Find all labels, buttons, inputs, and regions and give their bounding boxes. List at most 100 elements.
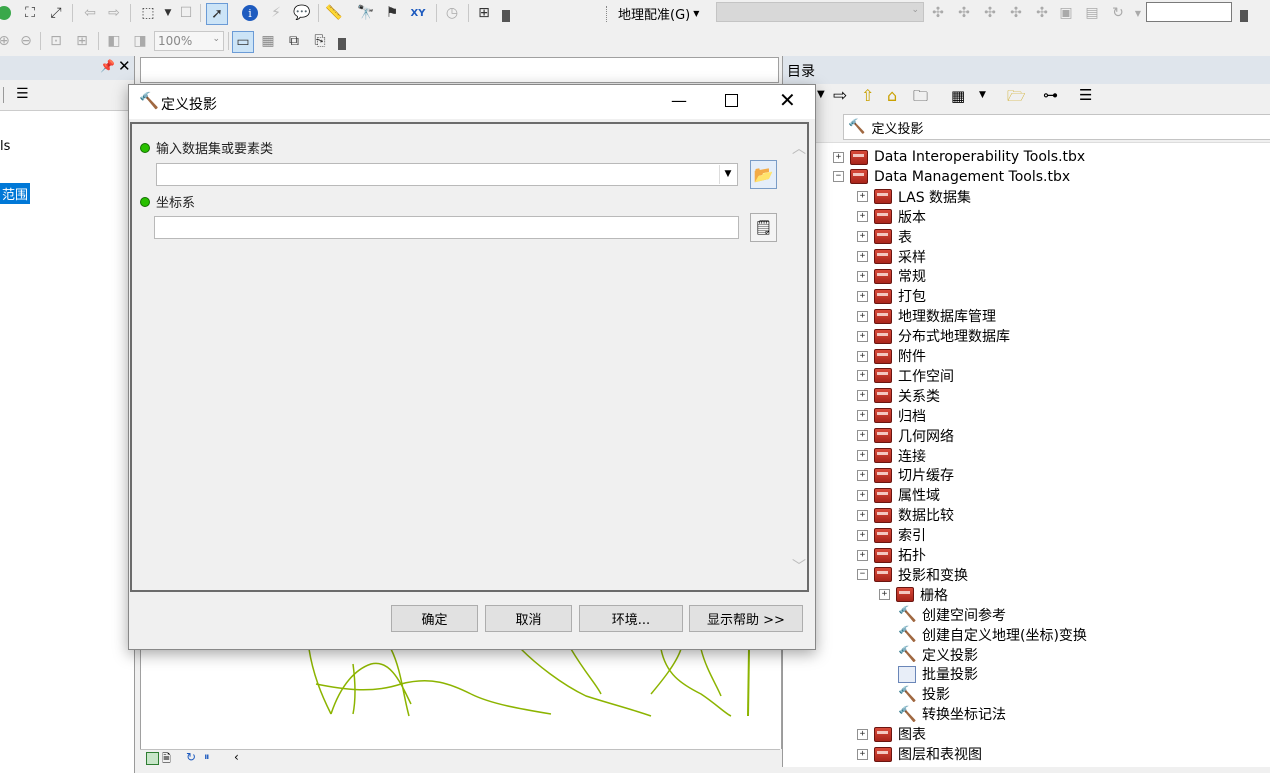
tree-item[interactable]: − 投影和变换 [857,565,968,585]
viewer-icon[interactable]: ▣ [1056,3,1076,23]
tree-item[interactable]: + 归档 [857,406,926,426]
cancel-button[interactable]: 取消 [485,605,572,632]
tree-item[interactable]: 🔨 创建空间参考 [898,605,1006,625]
views-icon[interactable]: ▦ [951,87,965,105]
select-link-icon[interactable]: ✣ [1006,3,1026,23]
identify-icon[interactable]: i [240,3,260,23]
expand-icon[interactable]: + [857,549,868,561]
tree-item[interactable]: + 索引 [857,525,926,545]
expand-icon[interactable]: + [857,728,868,740]
rotate-icon[interactable]: ✣ [928,3,948,23]
back-dropdown-icon[interactable]: ▼ [817,89,825,100]
home-icon[interactable]: ⌂ [887,86,897,105]
select-elements-icon[interactable]: ➚ [206,3,228,25]
zoom-whole-page-icon[interactable]: ⊡ [46,31,66,51]
refresh-icon[interactable]: ↻ [186,750,196,764]
select-features-icon[interactable]: ⬚ [138,3,158,23]
auto-adjust-icon[interactable]: ↻ [1108,3,1128,23]
options-icon[interactable]: ☰ [1079,86,1092,104]
tree-item[interactable]: + 常规 [857,266,926,286]
toolbar-options-icon[interactable] [502,10,510,22]
expand-icon[interactable]: + [857,390,868,402]
collapse-icon[interactable]: − [833,171,844,183]
tree-item[interactable]: + 栅格 [879,585,948,605]
layout-view-icon[interactable]: 🗎 [162,750,171,769]
expand-icon[interactable]: + [857,330,868,342]
collapse-icon[interactable]: − [857,569,868,581]
new-folder-icon[interactable]: 🗁 [1007,86,1026,111]
tree-item[interactable]: 🔨 创建自定义地理(坐标)变换 [898,625,1087,645]
tree-item[interactable]: 🔨 转换坐标记法 [898,704,1006,724]
scroll-up-icon[interactable]: ︿ [792,142,806,156]
ok-button[interactable]: 确定 [391,605,478,632]
tree-item[interactable]: + 切片缓存 [857,465,954,485]
expand-icon[interactable]: + [857,270,868,282]
time-slider-icon[interactable]: ◷ [442,3,462,23]
tree-item[interactable]: + 图表 [857,724,926,744]
change-layout-icon[interactable]: ⧉ [284,31,304,51]
delete-link-icon[interactable]: ✣ [1032,3,1052,23]
expand-icon[interactable]: + [857,509,868,521]
go-to-xy-icon[interactable]: XY [408,3,428,23]
expand-icon[interactable]: + [857,529,868,541]
zoom-out-page-icon[interactable]: ⊖ [16,31,36,51]
forward-arrow-icon[interactable]: ⇨ [833,86,847,106]
previous-extent-icon[interactable]: ◧ [104,31,124,51]
minimize-icon[interactable]: — [671,91,687,110]
tree-item[interactable]: + 关系类 [857,386,940,406]
shift-icon[interactable]: ✣ [954,3,974,23]
expand-icon[interactable]: + [857,290,868,302]
location-input[interactable]: 🔨 定义投影 [843,114,1270,140]
tree-item[interactable]: 批量投影 [898,664,978,684]
tree-view-icon[interactable]: ⊶ [1043,86,1058,104]
environments-button[interactable]: 环境... [579,605,683,632]
tree-item[interactable]: + 附件 [857,346,926,366]
expand-icon[interactable]: + [857,251,868,262]
tree-item[interactable]: + 采样 [857,247,926,267]
expand-icon[interactable]: + [857,410,868,422]
clear-selection-icon[interactable]: ☐ [176,3,196,23]
tree-item[interactable]: + 打包 [857,286,926,306]
tree-item[interactable]: + Data Interoperability Tools.tbx [833,147,1085,167]
dropdown-arrow-icon[interactable]: ▼ [158,3,178,23]
pause-icon[interactable]: ⏸ [204,750,210,764]
scroll-down-icon[interactable]: ﹀ [792,560,806,574]
expand-icon[interactable]: + [857,231,868,243]
expand-icon[interactable]: + [857,191,868,203]
toggle-draft-mode-icon[interactable]: ▭ [232,31,254,53]
spatial-reference-properties-button[interactable]: 🗒 [750,213,777,242]
toolbar-options-icon[interactable] [338,38,346,50]
find-icon[interactable]: 🔭 [356,3,376,23]
tree-item[interactable]: − Data Management Tools.tbx [833,167,1070,187]
tree-item[interactable]: + 工作空间 [857,366,954,386]
find-route-icon[interactable]: ⚑ [382,3,402,23]
list-icon[interactable] [0,87,4,103]
tree-item[interactable]: + 分布式地理数据库 [857,326,1010,346]
dropdown-arrow-icon[interactable]: ▼ [1128,3,1148,23]
georeferencing-menu[interactable]: 地理配准(G) ▼ [618,4,699,23]
add-control-points-icon[interactable]: ✣ [980,3,1000,23]
connect-folder-icon[interactable]: 🗀 [913,86,928,111]
options-icon[interactable]: ☰ [16,86,29,102]
zoom-extent-icon[interactable]: ⤢ [46,3,66,23]
up-one-level-icon[interactable]: ⇧ [861,86,874,105]
tree-item[interactable]: + 连接 [857,446,926,466]
tree-item[interactable]: + 版本 [857,207,926,227]
link-table-icon[interactable]: ▤ [1082,3,1102,23]
tree-item[interactable]: + 地理数据库管理 [857,306,996,326]
forward-arrow-icon[interactable]: ⇨ [104,3,124,23]
viewer-window-icon[interactable]: ⊞ [474,3,494,23]
data-driven-pages-icon[interactable]: ⎘ [310,31,330,51]
georef-layer-select[interactable]: ⌄ [716,2,924,22]
data-view-icon[interactable] [146,752,159,765]
expand-icon[interactable]: + [857,350,868,362]
maximize-icon[interactable] [725,94,738,107]
tree-item[interactable]: 🔨 定义投影 [898,645,978,665]
zoom-in-page-icon[interactable]: ⊕ [0,31,14,51]
dialog-title-bar[interactable]: 🔨 定义投影 — ✕ [129,85,815,119]
zoom-100-icon[interactable]: ⊞ [72,31,92,51]
measure-icon[interactable]: 📏 [324,3,344,23]
toc-item-selected[interactable]: 范围 [0,183,31,204]
toolbar-options-icon[interactable] [1240,10,1248,22]
tree-item[interactable]: + 拓扑 [857,545,926,565]
